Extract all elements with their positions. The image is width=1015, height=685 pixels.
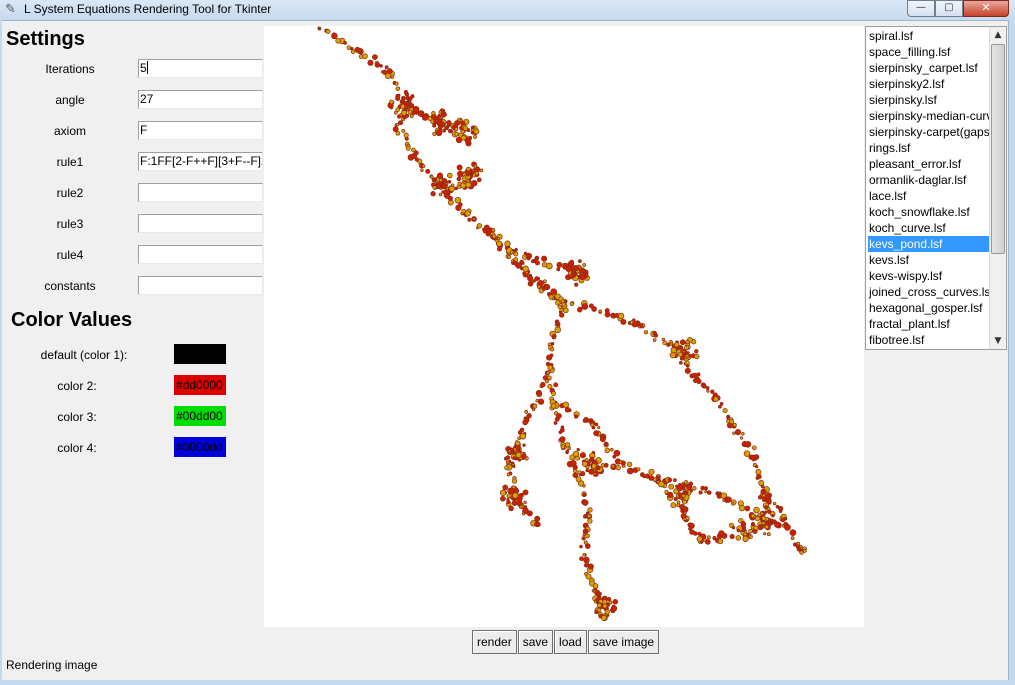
rule1-input[interactable]: F:1FF[2-F++F][3+F--F]2 bbox=[138, 152, 263, 171]
iterations-label: Iterations bbox=[45, 62, 95, 76]
rule4-label: rule4 bbox=[56, 248, 84, 262]
settings-heading: Settings bbox=[6, 28, 85, 50]
minimize-button[interactable]: — bbox=[907, 0, 935, 17]
render-button[interactable]: render bbox=[472, 630, 517, 654]
color3-swatch[interactable]: #00dd00 bbox=[174, 406, 226, 426]
file-list-item[interactable]: sierpinsky-carpet(gaps).lsf bbox=[868, 124, 989, 140]
color1-label: default (color 1): bbox=[40, 348, 128, 362]
window-frame-bottom bbox=[0, 680, 1015, 685]
color4-label: color 4: bbox=[57, 441, 97, 455]
file-list-item[interactable]: ormanlik-daglar.lsf bbox=[868, 172, 989, 188]
load-button[interactable]: load bbox=[554, 630, 587, 654]
constants-label: constants bbox=[44, 279, 96, 293]
action-buttons: render save load save image bbox=[472, 630, 660, 654]
file-list-item[interactable]: sierpinsky2.lsf bbox=[868, 76, 989, 92]
close-button[interactable]: ✕ bbox=[963, 0, 1009, 17]
file-list-item[interactable]: kevs.lsf bbox=[868, 252, 989, 268]
axiom-input[interactable]: F bbox=[138, 121, 263, 140]
file-list-item[interactable]: koch_curve.lsf bbox=[868, 220, 989, 236]
color1-swatch[interactable] bbox=[174, 344, 226, 364]
window-frame-left bbox=[0, 20, 2, 685]
rule3-input[interactable] bbox=[138, 214, 263, 233]
color2-swatch[interactable]: #dd0000 bbox=[174, 375, 226, 395]
file-list-item[interactable]: space_filling.lsf bbox=[868, 44, 989, 60]
window-frame-right bbox=[1008, 20, 1015, 685]
rule1-label: rule1 bbox=[56, 155, 84, 169]
color4-swatch[interactable]: #0000dd bbox=[174, 437, 226, 457]
file-list-item[interactable]: kevs_pond.lsf bbox=[868, 236, 989, 252]
constants-input[interactable] bbox=[138, 276, 263, 295]
file-list-item[interactable]: hexagonal_gosper.lsf bbox=[868, 300, 989, 316]
save-button[interactable]: save bbox=[517, 630, 554, 654]
feather-icon: ✎ bbox=[5, 2, 16, 17]
rule4-input[interactable] bbox=[138, 245, 263, 264]
file-list-item[interactable]: kevs-wispy.lsf bbox=[868, 268, 989, 284]
file-list-scrollbar[interactable]: ▲ ▼ bbox=[989, 27, 1006, 349]
scrollbar-thumb[interactable] bbox=[991, 44, 1005, 254]
file-list-item[interactable]: fractal_plant.lsf bbox=[868, 316, 989, 332]
status-text: Rendering image bbox=[6, 658, 98, 672]
scroll-down-arrow-icon[interactable]: ▼ bbox=[990, 333, 1006, 349]
iterations-input[interactable]: 5 bbox=[138, 59, 263, 78]
file-list-item[interactable]: rings.lsf bbox=[868, 140, 989, 156]
file-list-item[interactable]: sierpinsky_carpet.lsf bbox=[868, 60, 989, 76]
rule2-input[interactable] bbox=[138, 183, 263, 202]
file-list-item[interactable]: lace.lsf bbox=[868, 188, 989, 204]
render-canvas[interactable] bbox=[264, 26, 864, 627]
file-list-item[interactable]: koch_snowflake.lsf bbox=[868, 204, 989, 220]
title-bar: ✎ L System Equations Rendering Tool for … bbox=[0, 0, 1015, 21]
axiom-label: axiom bbox=[53, 124, 86, 138]
color-values-heading: Color Values bbox=[11, 309, 133, 331]
file-list-item[interactable]: spiral.lsf bbox=[868, 28, 989, 44]
maximize-button[interactable]: ▢ bbox=[935, 0, 963, 17]
rule2-label: rule2 bbox=[56, 186, 84, 200]
angle-input[interactable]: 27 bbox=[138, 90, 263, 109]
color3-label: color 3: bbox=[57, 410, 97, 424]
file-list-item[interactable]: joined_cross_curves.lsf bbox=[868, 284, 989, 300]
scroll-up-arrow-icon[interactable]: ▲ bbox=[990, 27, 1006, 43]
color2-label: color 2: bbox=[57, 379, 97, 393]
angle-label: angle bbox=[55, 93, 85, 107]
file-list-item[interactable]: pleasant_error.lsf bbox=[868, 156, 989, 172]
file-list-item[interactable]: sierpinsky.lsf bbox=[868, 92, 989, 108]
file-listbox[interactable]: spiral.lsf space_filling.lsf sierpinsky_ca… bbox=[865, 26, 1007, 350]
lsystem-drawing bbox=[317, 26, 807, 622]
file-list-item[interactable]: fibotree.lsf bbox=[868, 332, 989, 348]
window-title: L System Equations Rendering Tool for Tk… bbox=[24, 2, 272, 16]
save-image-button[interactable]: save image bbox=[587, 630, 660, 654]
file-list-item[interactable]: sierpinsky-median-curve.lsf bbox=[868, 108, 989, 124]
rule3-label: rule3 bbox=[56, 217, 84, 231]
